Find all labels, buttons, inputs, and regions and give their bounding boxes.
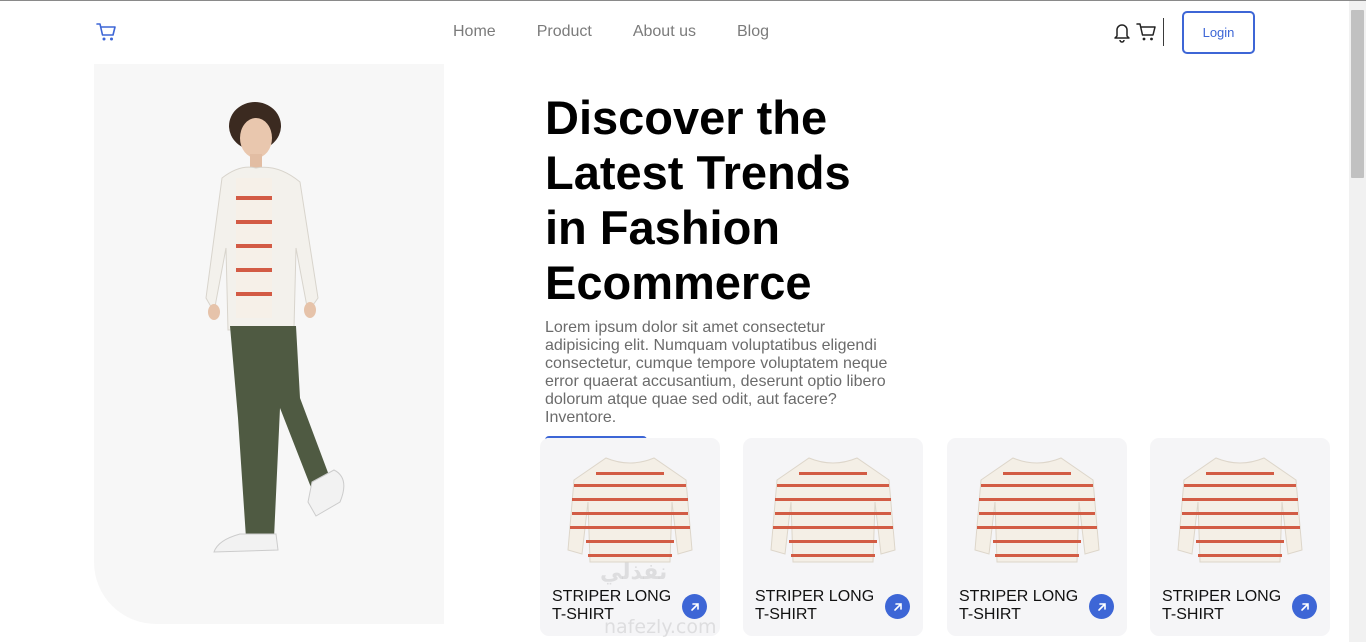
product-title-line: STRIPER LONG xyxy=(552,588,672,605)
hero-title-line: Discover the xyxy=(545,91,828,144)
product-title-line: T-SHIRT xyxy=(959,606,1021,623)
product-title-line: T-SHIRT xyxy=(755,606,817,623)
hero-title: Discover the Latest Trends in Fashion Ec… xyxy=(545,90,905,310)
bell-icon[interactable] xyxy=(1112,21,1132,43)
product-title-line: STRIPER LONG xyxy=(1162,588,1282,605)
hero-title-line: Ecommerce xyxy=(545,256,812,309)
top-border xyxy=(0,0,1366,1)
hero-description: Lorem ipsum dolor sit amet consectetur a… xyxy=(545,319,888,426)
sweater-image xyxy=(770,457,896,563)
nav-about-us[interactable]: About us xyxy=(633,22,696,42)
arrow-up-right-icon xyxy=(690,602,699,611)
header-divider xyxy=(1163,18,1164,46)
product-card[interactable]: STRIPER LONG T-SHIRT xyxy=(743,438,923,636)
product-title: STRIPER LONG T-SHIRT xyxy=(959,588,1089,624)
product-title-line: STRIPER LONG xyxy=(959,588,1079,605)
main-nav: Home Product About us Blog xyxy=(453,22,810,42)
product-title: STRIPER LONG T-SHIRT xyxy=(1162,588,1292,624)
nav-product[interactable]: Product xyxy=(537,22,592,42)
sweater-image xyxy=(974,457,1100,563)
brand-cart-icon[interactable] xyxy=(96,22,118,42)
sweater-image xyxy=(1177,457,1303,563)
arrow-up-right-icon xyxy=(1300,602,1309,611)
open-product-button[interactable] xyxy=(1292,594,1317,619)
cart-icon[interactable] xyxy=(1136,22,1158,42)
watermark-logo: نفذلي xyxy=(600,560,668,585)
nav-home[interactable]: Home xyxy=(453,22,496,42)
arrow-up-right-icon xyxy=(893,602,902,611)
hero-title-line: Latest Trends xyxy=(545,146,851,199)
product-card[interactable]: STRIPER LONG T-SHIRT xyxy=(540,438,720,636)
hero-title-line: in Fashion xyxy=(545,201,780,254)
product-card[interactable]: STRIPER LONG T-SHIRT xyxy=(1150,438,1330,636)
open-product-button[interactable] xyxy=(1089,594,1114,619)
watermark-url: nafezly.com xyxy=(604,616,717,638)
product-title-line: STRIPER LONG xyxy=(755,588,875,605)
sweater-image xyxy=(567,457,693,563)
product-title: STRIPER LONG T-SHIRT xyxy=(755,588,885,624)
open-product-button[interactable] xyxy=(885,594,910,619)
product-card[interactable]: STRIPER LONG T-SHIRT xyxy=(947,438,1127,636)
arrow-up-right-icon xyxy=(1097,602,1106,611)
scrollbar-thumb[interactable] xyxy=(1351,10,1364,178)
nav-blog[interactable]: Blog xyxy=(737,22,769,42)
product-title-line: T-SHIRT xyxy=(1162,606,1224,623)
hero-model-image xyxy=(205,102,345,553)
login-button[interactable]: Login xyxy=(1182,11,1255,54)
